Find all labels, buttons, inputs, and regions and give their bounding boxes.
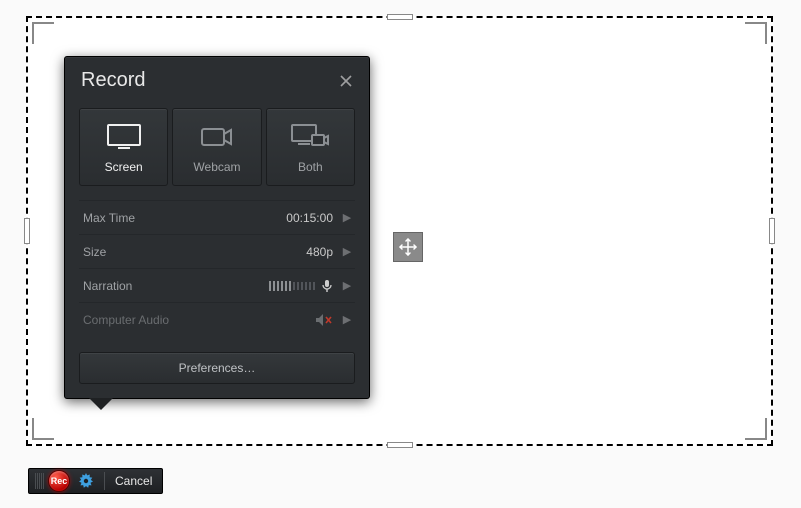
preferences-label: Preferences… [179, 361, 256, 375]
cancel-button[interactable]: Cancel [111, 474, 156, 488]
source-both-button[interactable]: Both [266, 108, 355, 186]
cancel-label: Cancel [115, 474, 152, 488]
source-selector: Screen Webcam Both [65, 102, 369, 196]
chevron-right-icon: ▶ [339, 279, 355, 292]
source-screen-button[interactable]: Screen [79, 108, 168, 186]
chevron-right-icon: ▶ [339, 313, 355, 326]
resize-handle-right[interactable] [769, 218, 775, 244]
toolbar-divider [104, 472, 105, 490]
chevron-right-icon: ▶ [339, 211, 355, 224]
settings-list: Max Time 00:15:00 ▶ Size 480p ▶ Narratio… [65, 196, 369, 346]
maxtime-label: Max Time [79, 211, 286, 225]
record-panel: Record Screen Webcam [64, 56, 370, 399]
webcam-icon [200, 120, 234, 154]
crop-corner-bottom-right[interactable] [745, 418, 767, 440]
crop-corner-top-right[interactable] [745, 22, 767, 44]
setting-maxtime[interactable]: Max Time 00:15:00 ▶ [79, 200, 355, 234]
screen-webcam-icon [290, 120, 330, 154]
move-arrows-icon [399, 238, 417, 256]
gear-icon [78, 473, 94, 489]
move-handle[interactable] [393, 232, 423, 262]
record-button[interactable]: Rec [48, 470, 70, 492]
panel-title: Record [81, 69, 145, 92]
crop-corner-top-left[interactable] [32, 22, 54, 44]
source-webcam-button[interactable]: Webcam [172, 108, 261, 186]
drag-grip-icon[interactable] [31, 473, 48, 489]
crop-corner-bottom-left[interactable] [32, 418, 54, 440]
resize-handle-left[interactable] [24, 218, 30, 244]
setting-computer-audio[interactable]: Computer Audio ▶ [79, 302, 355, 336]
chevron-right-icon: ▶ [339, 245, 355, 258]
source-webcam-label: Webcam [193, 160, 240, 174]
monitor-icon [106, 120, 142, 154]
recorder-toolbar[interactable]: Rec Cancel [28, 468, 163, 494]
source-both-label: Both [298, 160, 323, 174]
resize-handle-top[interactable] [387, 14, 413, 20]
microphone-icon [321, 279, 333, 293]
audio-level-meter [269, 279, 315, 293]
panel-header: Record [65, 57, 369, 102]
source-screen-label: Screen [105, 160, 143, 174]
size-value: 480p [306, 245, 339, 259]
setting-narration[interactable]: Narration ▶ [79, 268, 355, 302]
computer-audio-label: Computer Audio [79, 313, 315, 327]
close-button[interactable] [339, 74, 353, 88]
size-label: Size [79, 245, 306, 259]
speaker-muted-icon [315, 313, 333, 327]
preferences-button[interactable]: Preferences… [79, 352, 355, 384]
maxtime-value: 00:15:00 [286, 211, 339, 225]
settings-button[interactable] [74, 473, 98, 489]
record-button-label: Rec [51, 476, 68, 486]
close-icon [339, 74, 353, 88]
narration-label: Narration [79, 279, 269, 293]
resize-handle-bottom[interactable] [387, 442, 413, 448]
setting-size[interactable]: Size 480p ▶ [79, 234, 355, 268]
